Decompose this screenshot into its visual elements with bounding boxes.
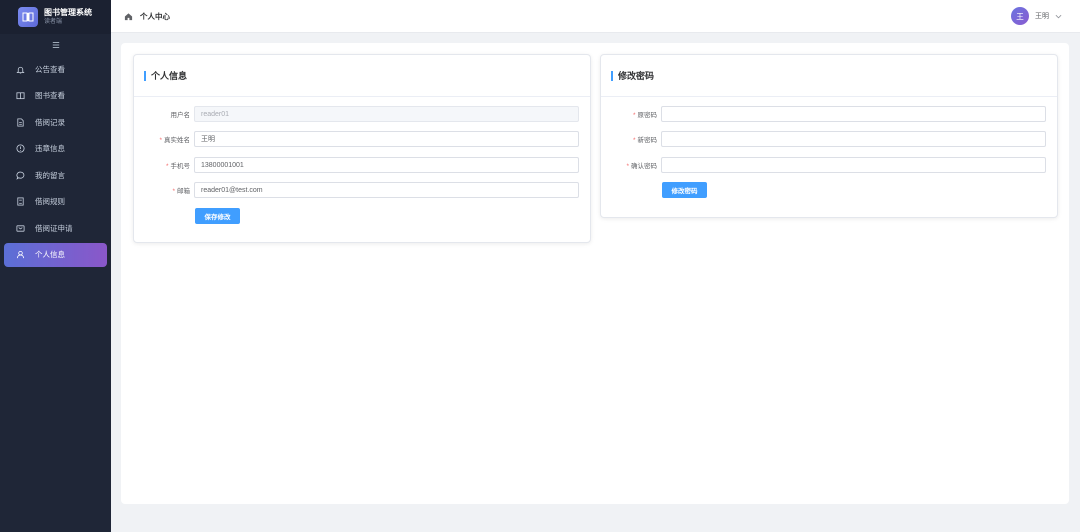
confirm-password-label: * 确认密码 (626, 163, 657, 170)
warning-icon (16, 144, 25, 153)
phone-field[interactable]: 13800001001 (194, 157, 579, 173)
password-card: 修改密码 * 原密码 * 新密码 * 确认密码 修改密码 (600, 54, 1058, 218)
form-row-username: 用户名 reader01 (134, 106, 579, 122)
password-card-title: 修改密码 (611, 70, 654, 81)
save-button[interactable]: 保存修改 (195, 208, 240, 224)
confirm-password-input[interactable] (661, 157, 1046, 173)
sidebar-item-messages[interactable]: 我的留言 (0, 162, 111, 189)
document-icon (16, 118, 25, 127)
brand: 图书管理系统 读者端 (0, 0, 111, 34)
realname-field[interactable]: 王明 (194, 131, 579, 147)
sidebar-item-profile[interactable]: 个人信息 (4, 242, 107, 267)
breadcrumb: 个人中心 (140, 11, 170, 21)
phone-label: * 手机号 (165, 163, 190, 170)
email-field[interactable]: reader01@test.com (194, 182, 579, 198)
sidebar-item-label: 借阅记录 (35, 117, 65, 127)
old-password-label: * 原密码 (632, 112, 657, 119)
sidebar-item-borrow-records[interactable]: 借阅记录 (0, 109, 111, 136)
username-label: 用户名 (170, 112, 191, 119)
form-row-phone: * 手机号 13800001001 (134, 157, 579, 173)
brand-title: 图书管理系统 (44, 7, 92, 17)
message-icon (16, 171, 25, 180)
required-mark: * (632, 112, 636, 119)
new-password-label: * 新密码 (632, 137, 657, 144)
bell-icon (16, 65, 25, 74)
form-row-old-password: * 原密码 (601, 106, 1046, 122)
realname-label: * 真实姓名 (159, 137, 190, 144)
required-mark: * (626, 163, 629, 170)
sidebar-item-label: 图书查看 (35, 91, 65, 101)
brand-subtitle: 读者端 (44, 18, 63, 25)
user-icon (16, 250, 25, 259)
sidebar-item-announcements[interactable]: 公告查看 (0, 56, 111, 83)
main-content: 个人信息 用户名 reader01 * 真实姓名 王明 * 手机号 13800001… (121, 43, 1069, 504)
sidebar-item-card-application[interactable]: 借阅证申请 (0, 215, 111, 242)
home-icon[interactable] (124, 12, 133, 21)
form-row-realname: * 真实姓名 王明 (134, 131, 579, 147)
profile-card-header: 个人信息 (134, 55, 590, 97)
user-menu[interactable]: 王 王明 (1011, 7, 1062, 25)
card-icon (16, 224, 25, 233)
required-mark: * (632, 137, 636, 144)
change-password-button[interactable]: 修改密码 (662, 182, 707, 198)
sidebar-item-label: 公告查看 (35, 64, 65, 74)
required-mark: * (159, 137, 162, 144)
old-password-input[interactable] (661, 106, 1046, 122)
profile-card: 个人信息 用户名 reader01 * 真实姓名 王明 * 手机号 13800001… (133, 54, 591, 243)
sidebar-item-label: 借阅证申请 (35, 223, 73, 233)
sidebar-item-books[interactable]: 图书查看 (0, 83, 111, 110)
form-row-confirm-password: * 确认密码 (601, 157, 1046, 173)
sidebar-item-label: 违章信息 (35, 144, 65, 154)
book-icon (16, 91, 25, 100)
sidebar-item-label: 个人信息 (35, 250, 65, 259)
sidebar-item-rules[interactable]: 借阅规则 (0, 189, 111, 216)
menu-toggle-icon[interactable] (0, 34, 111, 56)
sidebar-item-label: 借阅规则 (35, 197, 65, 207)
form-row-new-password: * 新密码 (601, 131, 1046, 147)
sidebar-menu: 公告查看 图书查看 借阅记录 违章信息 我的留言 借阅规则 借阅证申请 个人信息 (0, 56, 111, 267)
book-open-icon (18, 7, 38, 27)
email-label: * 邮箱 (172, 188, 190, 195)
password-card-header: 修改密码 (601, 55, 1057, 97)
notebook-icon (16, 197, 25, 206)
required-mark: * (165, 163, 169, 170)
username-field: reader01 (194, 106, 579, 122)
sidebar-item-label: 我的留言 (35, 170, 65, 180)
new-password-input[interactable] (661, 131, 1046, 147)
top-header: 个人中心 王 王明 (111, 0, 1080, 33)
sidebar-item-violations[interactable]: 违章信息 (0, 136, 111, 163)
required-mark: * (172, 188, 175, 195)
username[interactable]: 王明 (1035, 11, 1049, 21)
avatar[interactable]: 王 (1011, 7, 1029, 25)
form-row-email: * 邮箱 reader01@test.com (134, 182, 579, 198)
sidebar: 图书管理系统 读者端 公告查看 图书查看 借阅记录 违章信息 我的留言 借阅规则… (0, 0, 111, 532)
chevron-down-icon[interactable] (1055, 13, 1062, 20)
profile-card-title: 个人信息 (144, 70, 187, 81)
